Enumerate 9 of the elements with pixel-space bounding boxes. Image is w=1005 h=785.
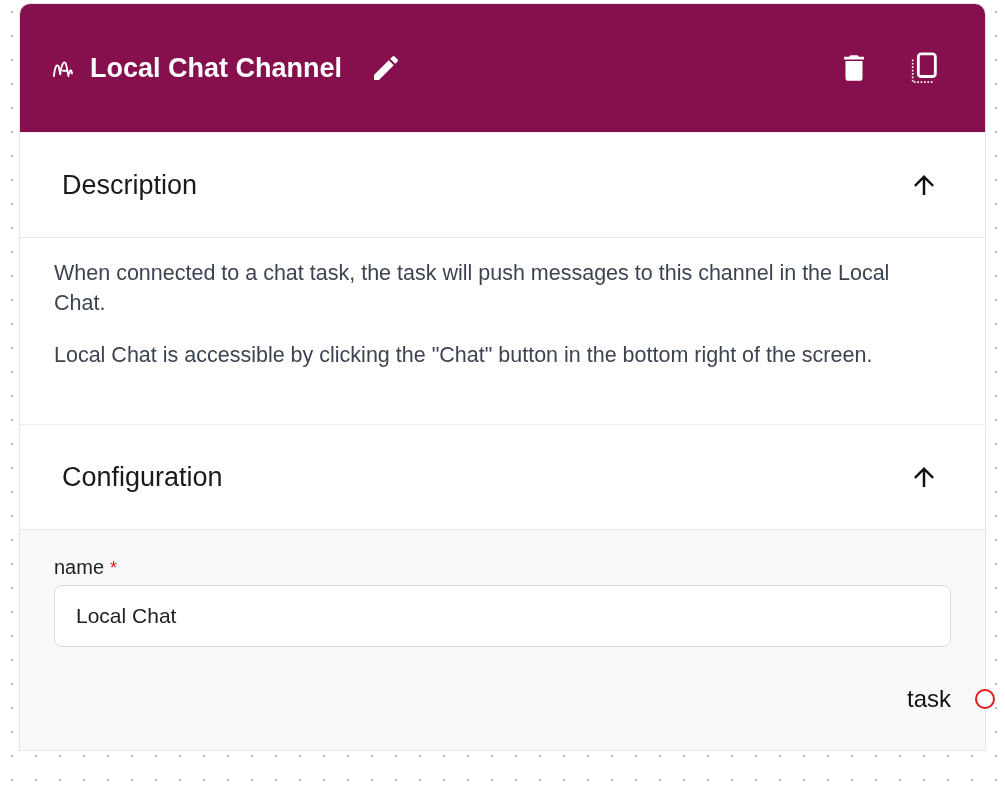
description-text: Local Chat is accessible by clicking the "Chat" button in the bottom right of the screen. bbox=[54, 342, 874, 369]
description-text: When connected to a chat task, the task will push messages to this channel in the Local Chat. bbox=[54, 260, 891, 317]
name-input[interactable]: Local Chat bbox=[54, 585, 951, 647]
field-label: name bbox=[54, 556, 105, 579]
section-header[interactable]: Configuration bbox=[20, 424, 985, 530]
node-title: Local Chat Channel bbox=[90, 52, 343, 84]
section-header[interactable]: Description bbox=[20, 132, 985, 238]
required-mark: * bbox=[110, 558, 118, 579]
port-label: task bbox=[907, 685, 951, 713]
